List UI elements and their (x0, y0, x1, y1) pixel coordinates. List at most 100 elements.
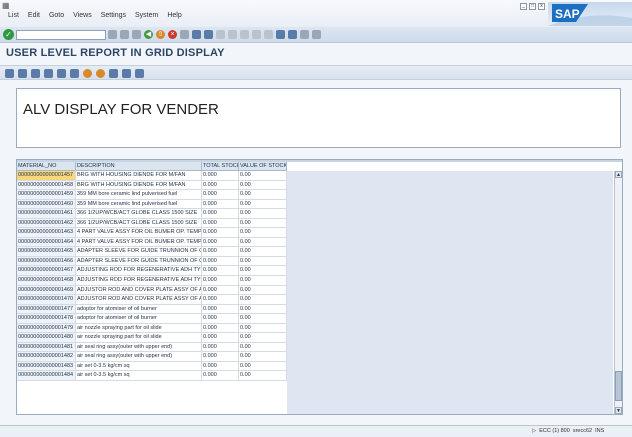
print-icon[interactable] (180, 30, 189, 39)
description-cell[interactable]: ADJUSTOR ROD AND COVER PLATE ASSY OF AXI (76, 295, 202, 305)
dropdown-icon[interactable] (120, 30, 129, 39)
table-row[interactable]: 000000000000001469 ADJUSTOR ROD AND COVER… (17, 285, 287, 296)
table-row[interactable]: 000000000000001482 air seal ring assy(out… (17, 352, 287, 362)
value-of-stock-cell[interactable]: 0.00 (239, 333, 287, 343)
table-row[interactable]: 000000000000001477 adoptor for atomiser o… (17, 304, 287, 315)
status-triangle-icon[interactable]: ▷ (532, 428, 536, 434)
total-stock-cell[interactable]: 0.000 (202, 199, 239, 210)
menu-item-views[interactable]: Views (73, 12, 92, 19)
value-of-stock-cell[interactable]: 0.00 (239, 342, 287, 353)
scroll-down-icon[interactable]: ▼ (615, 407, 622, 414)
total-stock-cell[interactable]: 0.000 (202, 352, 239, 362)
total-stock-cell[interactable]: 0.000 (202, 247, 239, 257)
description-cell[interactable]: air seal ring assy(outer with upper end) (76, 342, 202, 353)
value-of-stock-cell[interactable]: 0.00 (239, 352, 287, 362)
total-stock-cell[interactable]: 0.000 (202, 285, 239, 296)
material-no-cell[interactable]: 000000000000001470 (17, 295, 76, 305)
value-of-stock-cell[interactable]: 0.00 (239, 361, 287, 372)
local-file-icon[interactable] (109, 69, 118, 78)
material-no-cell[interactable]: 000000000000001462 (17, 218, 76, 229)
value-of-stock-cell[interactable]: 0.00 (239, 237, 287, 248)
value-of-stock-cell[interactable]: 0.00 (239, 228, 287, 238)
table-row[interactable]: 000000000000001464 4 PART VALVE ASSY FOR … (17, 237, 287, 248)
description-cell[interactable]: air set 0-3.5 kg/cm sq (76, 361, 202, 372)
table-row[interactable]: 000000000000001459 359 MM bore ceramic li… (17, 190, 287, 200)
description-cell[interactable]: 359 MM bore ceramic lind pulverised fuel (76, 190, 202, 200)
material-no-cell[interactable]: 000000000000001464 (17, 237, 76, 248)
value-of-stock-cell[interactable]: 0.00 (239, 171, 287, 181)
total-stock-cell[interactable]: 0.000 (202, 180, 239, 191)
table-row[interactable]: 000000000000001484 air set 0-3.5 kg/cm sq… (17, 371, 287, 382)
description-cell[interactable]: 366 1/2UP/WCB/ACT GLOBE CLASS 1500 SIZE (76, 218, 202, 229)
back-icon[interactable]: ◀ (144, 30, 153, 39)
details-icon[interactable] (5, 69, 14, 78)
table-row[interactable]: 000000000000001479 air nozzle spraying pa… (17, 323, 287, 334)
total-stock-cell[interactable]: 0.000 (202, 171, 239, 181)
shortcut-icon[interactable] (276, 30, 285, 39)
material-no-cell[interactable]: 000000000000001461 (17, 209, 76, 219)
word-processing-icon[interactable] (96, 69, 105, 78)
scroll-up-icon[interactable]: ▲ (615, 171, 622, 178)
value-of-stock-cell[interactable]: 0.00 (239, 276, 287, 286)
sort-descending-icon[interactable] (31, 69, 40, 78)
description-cell[interactable]: air seal ring assy(outer with upper end) (76, 352, 202, 362)
exit-icon[interactable]: ⇧ (156, 30, 165, 39)
print-preview-icon[interactable] (70, 69, 79, 78)
next-page-icon[interactable] (240, 30, 249, 39)
table-row[interactable]: 000000000000001458 BRG WITH HOUSING DIEND… (17, 180, 287, 191)
table-row[interactable]: 000000000000001478 adoptor for atomiser o… (17, 314, 287, 324)
material-no-cell[interactable]: 000000000000001481 (17, 342, 76, 353)
total-stock-cell[interactable]: 0.000 (202, 304, 239, 315)
history-icon[interactable] (132, 30, 141, 39)
find-icon[interactable] (192, 30, 201, 39)
scroll-thumb[interactable] (615, 371, 622, 401)
find-next-icon[interactable] (204, 30, 213, 39)
value-of-stock-cell[interactable]: 0.00 (239, 209, 287, 219)
table-row[interactable]: 000000000000001467 ADJUSTING ROD FOR REGE… (17, 266, 287, 277)
table-row[interactable]: 000000000000001470 ADJUSTOR ROD AND COVER… (17, 295, 287, 305)
description-cell[interactable]: 366 1/2UP/WCB/ACT GLOBE CLASS 1500 SIZE (76, 209, 202, 219)
total-stock-cell[interactable]: 0.000 (202, 333, 239, 343)
total-stock-cell[interactable]: 0.000 (202, 190, 239, 200)
total-stock-cell[interactable]: 0.000 (202, 218, 239, 229)
column-header-total-stock[interactable]: TOTAL STOCK (202, 162, 239, 171)
value-of-stock-cell[interactable]: 0.00 (239, 247, 287, 257)
description-cell[interactable]: ADJUSTING ROD FOR REGENERATIVE ADH TYPE (76, 276, 202, 286)
menu-item-edit[interactable]: Edit (28, 12, 40, 19)
change-layout-icon[interactable] (122, 69, 131, 78)
first-page-icon[interactable] (216, 30, 225, 39)
total-stock-cell[interactable]: 0.000 (202, 342, 239, 353)
description-cell[interactable]: 4 PART VALVE ASSY FOR OIL BUMER OP. TEMP (76, 228, 202, 238)
material-no-cell[interactable]: 000000000000001483 (17, 361, 76, 372)
table-row[interactable]: 000000000000001457 BRG WITH HOUSING DIEND… (17, 171, 287, 181)
vertical-scrollbar[interactable]: ▲ ▼ (614, 171, 622, 414)
help-icon[interactable] (300, 30, 309, 39)
command-field[interactable] (16, 30, 106, 40)
description-cell[interactable]: air nozzle spraying part for oil slide (76, 323, 202, 334)
previous-page-icon[interactable] (228, 30, 237, 39)
menu-item-list[interactable]: List (8, 12, 19, 19)
description-cell[interactable]: air nozzle spraying part for oil slide (76, 333, 202, 343)
description-cell[interactable]: ADAPTER SLEEVE FOR GUIDE TRUNNION OF GUI (76, 256, 202, 267)
material-no-cell[interactable]: 000000000000001482 (17, 352, 76, 362)
sum-icon[interactable] (57, 69, 66, 78)
total-stock-cell[interactable]: 0.000 (202, 237, 239, 248)
total-stock-cell[interactable]: 0.000 (202, 256, 239, 267)
value-of-stock-cell[interactable]: 0.00 (239, 295, 287, 305)
material-no-cell[interactable]: 000000000000001460 (17, 199, 76, 210)
column-header-value-of-stock[interactable]: VALUE OF STOCK (239, 162, 287, 171)
total-stock-cell[interactable]: 0.000 (202, 323, 239, 334)
description-cell[interactable]: BRG WITH HOUSING DIENDE FOR M/FAN (76, 171, 202, 181)
maximize-icon[interactable]: □ (529, 3, 536, 10)
cancel-icon[interactable]: × (168, 30, 177, 39)
value-of-stock-cell[interactable]: 0.00 (239, 314, 287, 324)
column-header-description[interactable]: DESCRIPTION (76, 162, 202, 171)
description-cell[interactable]: adoptor for atomiser of oil burner (76, 314, 202, 324)
total-stock-cell[interactable]: 0.000 (202, 361, 239, 372)
sort-ascending-icon[interactable] (18, 69, 27, 78)
value-of-stock-cell[interactable]: 0.00 (239, 266, 287, 277)
description-cell[interactable]: ADJUSTING ROD FOR REGENERATIVE ADH TYPE (76, 266, 202, 277)
material-no-cell[interactable]: 000000000000001466 (17, 256, 76, 267)
total-stock-cell[interactable]: 0.000 (202, 209, 239, 219)
menu-item-help[interactable]: Help (167, 12, 181, 19)
